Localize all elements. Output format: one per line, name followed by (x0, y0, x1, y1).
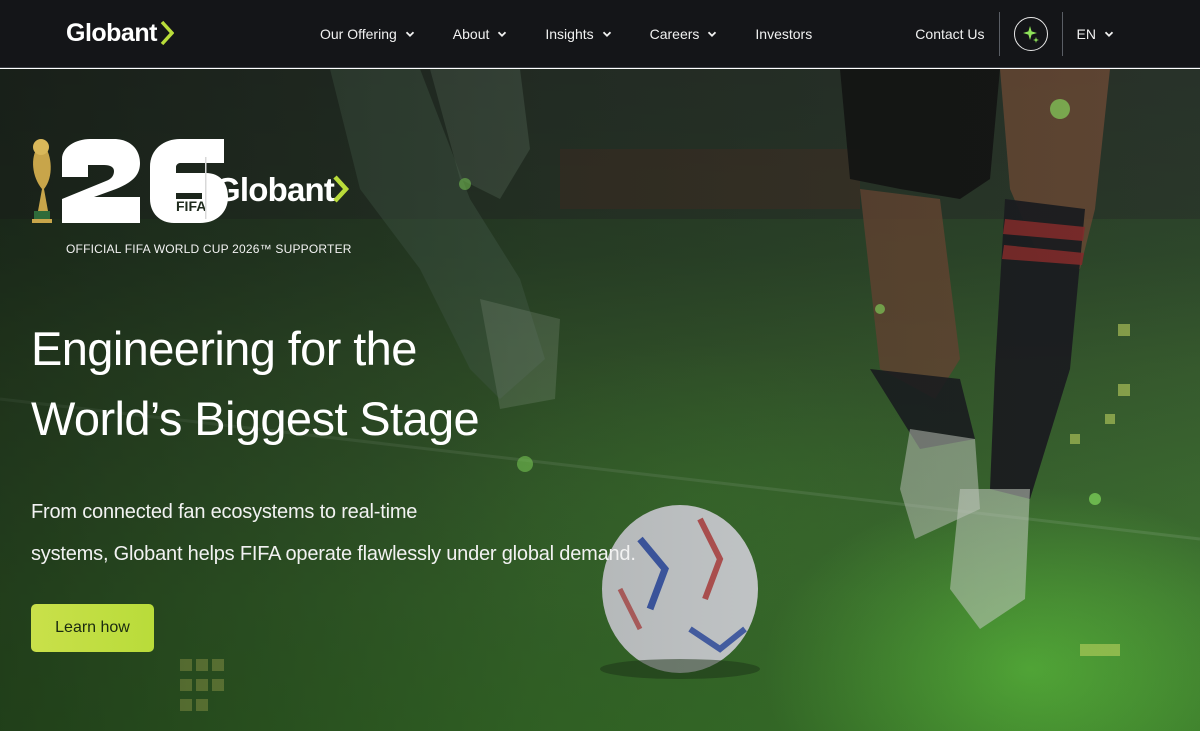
hero-headline: Engineering for the World’s Biggest Stag… (31, 314, 551, 454)
sparkle-icon (1022, 26, 1039, 43)
headline-line-1: Engineering for the (31, 322, 417, 375)
hero-section: FIFA Globant OFFICIAL FIFA WORLD CUP 202… (0, 69, 1200, 731)
chevron-down-icon (498, 31, 507, 37)
top-navigation: Globant Our Offering About Insights Care… (0, 0, 1200, 68)
fifa-globant-lockup: FIFA Globant (32, 139, 350, 223)
page-bottom-edge (0, 731, 1200, 750)
contact-us-link[interactable]: Contact Us (915, 26, 984, 42)
description-line-1: From connected fan ecosystems to real-ti… (31, 501, 418, 523)
partner-wordmark: Globant (215, 171, 335, 208)
menu-item-label: Insights (545, 26, 594, 42)
nav-divider (1061, 12, 1063, 56)
menu-item-label: Careers (649, 26, 700, 42)
chevron-down-icon (602, 31, 611, 37)
nav-utilities: Contact Us EN (915, 0, 1200, 68)
menu-item-investors[interactable]: Investors (755, 26, 812, 42)
logo-text: Globant (66, 18, 157, 47)
language-label: EN (1076, 26, 1096, 42)
world-cup-trophy-icon (32, 139, 52, 223)
menu-item-insights[interactable]: Insights (545, 26, 611, 42)
fifa-wordmark: FIFA (176, 198, 206, 214)
learn-how-button[interactable]: Learn how (31, 604, 154, 652)
globant-logo[interactable]: Globant (66, 18, 174, 48)
logo-chevron-icon (160, 20, 174, 46)
menu-item-about[interactable]: About (453, 26, 508, 42)
hero-description: From connected fan ecosystems to real-ti… (31, 491, 671, 575)
chevron-down-icon (1104, 31, 1114, 37)
chevron-down-icon (708, 31, 717, 37)
main-menu: Our Offering About Insights Careers Inve… (320, 0, 850, 68)
language-selector[interactable]: EN (1077, 26, 1114, 42)
menu-item-label: Our Offering (320, 26, 397, 42)
chevron-down-icon (405, 31, 414, 37)
description-line-2: systems, Globant helps FIFA operate flaw… (31, 543, 636, 565)
menu-item-label: Investors (755, 26, 813, 42)
menu-item-careers[interactable]: Careers (650, 26, 718, 42)
headline-line-2: World’s Biggest Stage (31, 392, 480, 445)
nav-divider (998, 12, 1000, 56)
menu-item-our-offering[interactable]: Our Offering (320, 26, 415, 42)
ai-assistant-button[interactable] (1013, 17, 1048, 51)
menu-item-label: About (452, 26, 490, 42)
supporter-tagline: OFFICIAL FIFA WORLD CUP 2026™ SUPPORTER (66, 242, 352, 256)
